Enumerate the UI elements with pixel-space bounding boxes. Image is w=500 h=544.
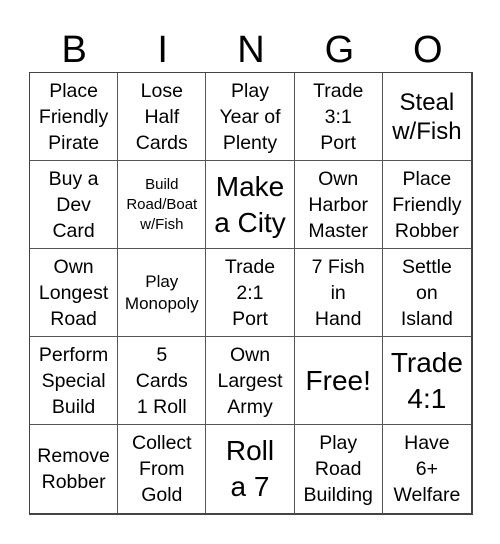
free-space-text: Free!: [305, 364, 371, 396]
cell-text: Buy a Dev Card: [48, 167, 99, 242]
bingo-cell[interactable]: Lose Half Cards: [118, 73, 207, 161]
cell-text: Collect From Gold: [131, 432, 192, 506]
cell-text: Remove Robber: [37, 445, 110, 493]
cell-text: Settle on Island: [400, 255, 453, 330]
cell-text: Trade 3:1 Port: [313, 79, 364, 154]
bingo-cell[interactable]: Trade 2:1 Port: [206, 249, 295, 337]
bingo-cell[interactable]: Place Friendly Pirate: [30, 73, 119, 161]
bingo-cell[interactable]: Trade 4:1: [382, 337, 471, 425]
bingo-cell[interactable]: Collect From Gold: [118, 425, 207, 513]
cell-text: Trade 4:1: [390, 346, 463, 414]
cell-text: Play Monopoly: [124, 271, 199, 313]
cell-text: Own Largest Army: [217, 343, 283, 418]
cell-text: 5 Cards 1 Roll: [135, 343, 188, 418]
cell-text: Have 6+ Welfare: [393, 432, 461, 506]
bingo-cell[interactable]: Roll a 7: [206, 425, 295, 513]
header-letter-i: I: [157, 29, 168, 71]
bingo-cell[interactable]: Remove Robber: [30, 425, 119, 513]
cell-text: 7 Fish in Hand: [311, 255, 365, 330]
bingo-cell[interactable]: Trade 3:1 Port: [294, 73, 383, 161]
bingo-cell[interactable]: Own Longest Road: [30, 249, 119, 337]
bingo-cell[interactable]: 5 Cards 1 Roll: [118, 337, 207, 425]
bingo-cell[interactable]: Steal w/Fish: [382, 73, 471, 161]
cell-text: Place Friendly Pirate: [38, 79, 109, 154]
bingo-cell[interactable]: Make a City: [206, 161, 295, 249]
cell-text: Play Year of Plenty: [219, 79, 281, 154]
bingo-cell[interactable]: Own Largest Army: [206, 337, 295, 425]
header-letter-g: G: [324, 29, 355, 71]
cell-text: Own Longest Road: [38, 255, 109, 330]
bingo-card-grid: Place Friendly Pirate Lose Half Cards Pl…: [29, 72, 473, 515]
bingo-cell[interactable]: Play Monopoly: [118, 249, 207, 337]
bingo-cell[interactable]: Build Road/Boat w/Fish: [118, 161, 207, 249]
bingo-header: B I N G O: [30, 28, 472, 72]
header-letter-n: N: [237, 29, 265, 71]
bingo-cell[interactable]: Own Harbor Master: [294, 161, 383, 249]
bingo-cell[interactable]: Play Road Building: [295, 425, 383, 513]
cell-text: Trade 2:1 Port: [224, 255, 276, 330]
cell-text: Lose Half Cards: [135, 79, 188, 154]
cell-text: Perform Special Build: [38, 343, 109, 418]
bingo-cell[interactable]: Have 6+ Welfare: [383, 425, 471, 513]
header-letter-o: O: [413, 29, 443, 71]
cell-text: Build Road/Boat w/Fish: [126, 175, 198, 233]
cell-text: Own Harbor Master: [308, 167, 368, 242]
cell-text: Play Road Building: [303, 432, 373, 506]
bingo-cell[interactable]: Perform Special Build: [30, 337, 119, 425]
cell-text: Roll a 7: [225, 435, 275, 502]
bingo-cell[interactable]: Play Year of Plenty: [206, 73, 295, 161]
bingo-cell[interactable]: 7 Fish in Hand: [294, 249, 383, 337]
bingo-cell[interactable]: Buy a Dev Card: [30, 161, 119, 249]
cell-text: Place Friendly Robber: [392, 167, 462, 242]
bingo-cell[interactable]: Settle on Island: [382, 249, 471, 337]
cell-text: Steal w/Fish: [392, 88, 462, 145]
header-letter-b: B: [61, 29, 87, 71]
bingo-cell[interactable]: Place Friendly Robber: [382, 161, 471, 249]
free-space-cell[interactable]: Free!: [294, 337, 383, 425]
cell-text: Make a City: [214, 170, 286, 238]
